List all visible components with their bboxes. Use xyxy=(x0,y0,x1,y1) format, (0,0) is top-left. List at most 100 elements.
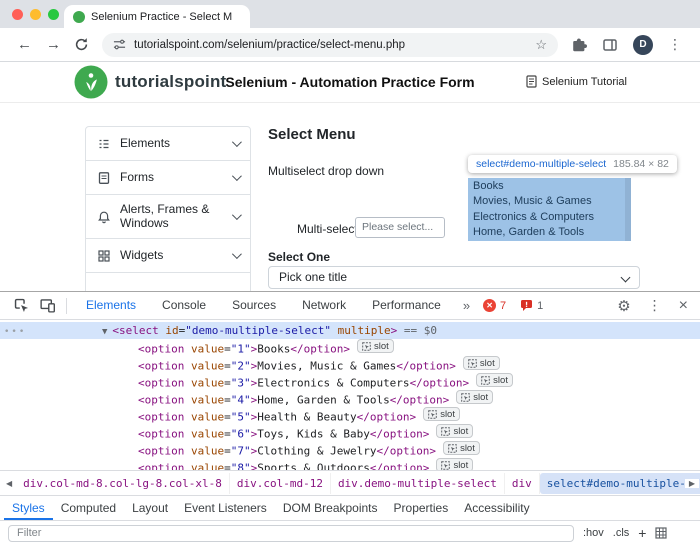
multi-select-label: Multi-select xyxy=(297,222,358,236)
grid-icon[interactable] xyxy=(655,527,667,539)
extensions-puzzle-icon[interactable] xyxy=(571,37,587,53)
console-errors-badge[interactable]: ✕ 7 xyxy=(483,299,506,312)
option-node[interactable]: <option value="3">Electronics & Computer… xyxy=(0,373,700,390)
tab-computed[interactable]: Computed xyxy=(53,496,124,520)
settings-gear-icon[interactable]: ⚙ xyxy=(617,297,630,315)
toggle-element-classes[interactable]: .cls xyxy=(613,527,630,539)
section-heading: Select Menu xyxy=(268,126,356,143)
sidebar-item-label: Forms xyxy=(120,171,154,185)
option-node[interactable]: <option value="6">Toys, Kids & Baby</opt… xyxy=(0,424,700,441)
multi-select-combobox[interactable]: Please select... xyxy=(355,217,445,238)
tab-properties[interactable]: Properties xyxy=(386,496,457,520)
bookmark-star-icon[interactable]: ☆ xyxy=(535,37,547,53)
sidebar-item-alerts-frames-windows[interactable]: Alerts, Frames & Windows xyxy=(86,195,250,239)
devtools-panel: Elements Console Sources Network Perform… xyxy=(0,291,700,556)
selected-select-node[interactable]: ▼<select id="demo-multiple-select" multi… xyxy=(0,322,700,339)
overflow-dots: ••• xyxy=(4,327,26,337)
tab-console[interactable]: Console xyxy=(149,292,219,319)
slot-badge-icon xyxy=(441,427,450,436)
slot-badge[interactable]: slot xyxy=(423,407,460,421)
breadcrumb-item[interactable]: div xyxy=(505,473,540,494)
option-node[interactable]: <option value="5">Health & Beauty</optio… xyxy=(0,407,700,424)
sidebar-item-label: Widgets xyxy=(120,249,163,263)
page-title: Selenium - Automation Practice Form xyxy=(120,74,580,90)
option-node[interactable]: <option value="8">Sports & Outdoors</opt… xyxy=(0,458,700,470)
tab-styles[interactable]: Styles xyxy=(4,496,53,520)
issues-badge[interactable]: 1 xyxy=(520,299,543,312)
browser-window: Selenium Practice - Select M ← → tutoria… xyxy=(0,0,700,556)
reload-button[interactable] xyxy=(68,33,94,57)
inspect-element-button[interactable] xyxy=(8,294,34,318)
device-toolbar-button[interactable] xyxy=(34,294,60,318)
breadcrumb-item[interactable]: div.demo-multiple-select xyxy=(331,473,505,494)
forward-button[interactable]: → xyxy=(39,36,68,53)
option-node[interactable]: <option value="4">Home, Garden & Tools</… xyxy=(0,390,700,407)
issue-count: 1 xyxy=(537,300,543,312)
error-count: 7 xyxy=(500,300,506,312)
tab-dom-breakpoints[interactable]: DOM Breakpoints xyxy=(275,496,386,520)
address-bar[interactable]: tutorialspoint.com/selenium/practice/sel… xyxy=(102,33,558,57)
breadcrumb-scroll-right-icon[interactable]: ▶ xyxy=(685,479,699,488)
tab-elements[interactable]: Elements xyxy=(73,292,149,319)
slot-badge[interactable]: slot xyxy=(456,390,493,404)
page-header: tutorialspoint Selenium - Automation Pra… xyxy=(0,62,700,103)
slot-badge-icon xyxy=(481,376,490,385)
sidebar-item-forms[interactable]: Forms xyxy=(86,161,250,195)
selenium-tutorial-label: Selenium Tutorial xyxy=(542,76,627,88)
expand-arrow-icon[interactable]: ▼ xyxy=(102,327,107,337)
slot-badge[interactable]: slot xyxy=(436,458,473,470)
breadcrumb-scroll-left-icon[interactable]: ◀ xyxy=(2,479,16,488)
logo-icon xyxy=(74,65,108,99)
close-window-button[interactable] xyxy=(12,9,23,20)
slot-badge[interactable]: slot xyxy=(436,424,473,438)
error-icon: ✕ xyxy=(483,299,496,312)
selenium-tutorial-link[interactable]: Selenium Tutorial xyxy=(526,75,627,88)
chevron-down-icon xyxy=(232,249,242,259)
back-button[interactable]: ← xyxy=(10,36,39,53)
highlighted-option: Home, Garden & Tools xyxy=(473,225,631,240)
web-page: tutorialspoint Selenium - Automation Pra… xyxy=(0,62,700,291)
option-node[interactable]: <option value="2">Movies, Music & Games<… xyxy=(0,356,700,373)
tab-event-listeners[interactable]: Event Listeners xyxy=(176,496,275,520)
tab-performance[interactable]: Performance xyxy=(359,292,454,319)
breadcrumb-item[interactable]: div.col-md-8.col-lg-8.col-xl-8 xyxy=(16,473,230,494)
sidebar-item-label: Alerts, Frames & Windows xyxy=(120,203,216,231)
tab-accessibility[interactable]: Accessibility xyxy=(456,496,537,520)
breadcrumb-item-selected[interactable]: select#demo-multiple-select xyxy=(540,473,700,494)
slot-badge[interactable]: slot xyxy=(463,356,500,370)
url-text: tutorialspoint.com/selenium/practice/sel… xyxy=(134,39,527,51)
chevron-down-icon xyxy=(232,171,242,181)
slot-badge[interactable]: slot xyxy=(357,339,394,353)
select-one-dropdown[interactable]: Pick one title xyxy=(268,266,640,289)
tab-layout[interactable]: Layout xyxy=(124,496,176,520)
breadcrumb-item[interactable]: div.col-md-12 xyxy=(230,473,331,494)
maximize-window-button[interactable] xyxy=(48,9,59,20)
close-devtools-icon[interactable]: × xyxy=(679,297,688,315)
devtools-menu-icon[interactable]: ⋮ xyxy=(648,298,662,314)
minimize-window-button[interactable] xyxy=(30,9,41,20)
site-info-icon[interactable] xyxy=(113,38,126,51)
elements-tree: ••• ▼<select id="demo-multiple-select" m… xyxy=(0,320,700,470)
styles-filter-input[interactable] xyxy=(8,525,574,542)
tab-network[interactable]: Network xyxy=(289,292,359,319)
toggle-element-state[interactable]: :hov xyxy=(583,527,604,539)
sidebar-item-elements[interactable]: Elements xyxy=(86,127,250,161)
browser-tab[interactable]: Selenium Practice - Select M xyxy=(64,5,250,28)
option-node[interactable]: <option value="7">Clothing & Jewelry</op… xyxy=(0,441,700,458)
option-node[interactable]: <option value="1">Books</option>slot xyxy=(0,339,700,356)
toolbar-separator xyxy=(66,298,67,314)
select-one-value: Pick one title xyxy=(279,270,347,284)
tab-title: Selenium Practice - Select M xyxy=(91,11,241,23)
profile-avatar[interactable]: D xyxy=(633,35,653,55)
slot-badge[interactable]: slot xyxy=(443,441,480,455)
side-panel-icon[interactable] xyxy=(602,37,618,53)
sidebar-item-widgets[interactable]: Widgets xyxy=(86,239,250,273)
sidebar-item-partial[interactable] xyxy=(86,273,250,291)
multiselect-dropdown-label: Multiselect drop down xyxy=(268,164,384,178)
slot-badge[interactable]: slot xyxy=(476,373,513,387)
browser-menu-icon[interactable]: ⋮ xyxy=(668,37,682,53)
tab-sources[interactable]: Sources xyxy=(219,292,289,319)
inspect-tooltip-dimensions: 185.84 × 82 xyxy=(613,158,669,170)
more-tabs-icon[interactable]: » xyxy=(454,298,479,313)
new-style-rule-button[interactable]: + xyxy=(638,528,646,539)
